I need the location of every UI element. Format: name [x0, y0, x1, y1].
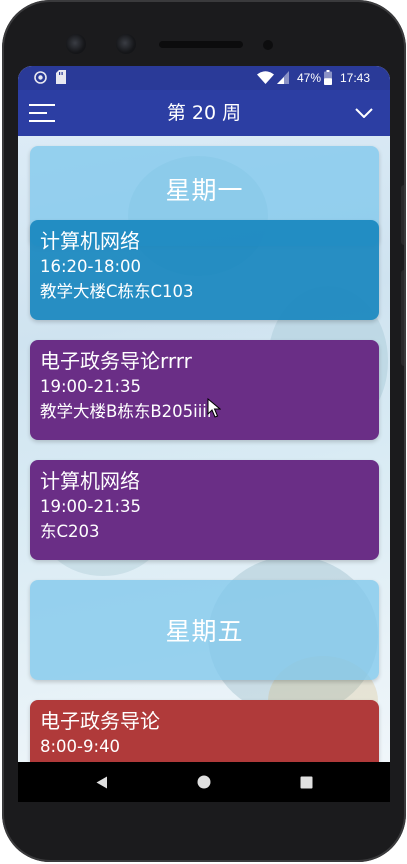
course-card[interactable]: 电子政务导论 8:00-9:40 — [30, 700, 379, 762]
course-time: 19:00-21:35 — [40, 497, 142, 516]
course-location: 教学大楼B栋东B205iiii — [40, 402, 212, 421]
week-title: 第 20 周 — [166, 102, 242, 124]
battery-icon — [324, 70, 332, 85]
cell-signal-icon — [277, 71, 289, 84]
sd-card-icon — [56, 70, 66, 84]
course-time: 8:00-9:40 — [40, 737, 121, 756]
course-location: 教学大楼C栋东C103 — [40, 282, 194, 301]
day-header-friday: 星期五 — [30, 580, 379, 680]
course-time: 16:20-18:00 — [40, 257, 142, 276]
proximity-sensor — [263, 40, 273, 50]
week-dropdown-button[interactable] — [346, 98, 382, 128]
course-card[interactable]: 计算机网络 19:00-21:35 东C203 — [30, 460, 379, 560]
course-name: 电子政务导论rrrr — [40, 349, 192, 373]
wifi-icon — [257, 71, 274, 84]
front-camera-icon — [116, 34, 136, 54]
course-name: 计算机网络 — [40, 229, 140, 253]
course-name: 计算机网络 — [40, 469, 140, 493]
course-name: 电子政务导论 — [40, 709, 160, 733]
power-button — [401, 185, 406, 245]
app-bar: 第 20 周 — [18, 90, 390, 136]
day-label: 星期五 — [165, 617, 244, 646]
home-circle-icon — [197, 775, 211, 789]
phone-screen: 47% 17:43 第 20 周 星期一 计算机网络 16:20-18:00 教… — [18, 66, 390, 762]
course-card[interactable]: 计算机网络 16:20-18:00 教学大楼C栋东C103 — [30, 220, 379, 320]
mouse-cursor-icon — [207, 398, 221, 418]
day-label: 星期一 — [165, 176, 244, 205]
course-location: 东C203 — [40, 522, 100, 541]
back-button[interactable] — [72, 762, 132, 802]
recents-button[interactable] — [276, 762, 336, 802]
navigation-bar — [18, 762, 390, 802]
status-bar: 47% 17:43 — [18, 66, 390, 90]
course-time: 19:00-21:35 — [40, 377, 142, 396]
earpiece-speaker — [159, 41, 243, 48]
sync-status-icon — [34, 71, 47, 84]
battery-percent: 47% — [297, 71, 322, 85]
back-triangle-icon — [96, 776, 107, 788]
recents-square-icon — [300, 776, 312, 788]
schedule-list[interactable]: 星期一 计算机网络 16:20-18:00 教学大楼C栋东C103 电子政务导论… — [18, 136, 390, 762]
volume-button — [401, 270, 406, 366]
phone-frame: 47% 17:43 第 20 周 星期一 计算机网络 16:20-18:00 教… — [2, 0, 406, 862]
course-card[interactable]: 电子政务导论rrrr 19:00-21:35 教学大楼B栋东B205iiii — [30, 340, 379, 440]
chevron-down-icon — [355, 108, 373, 118]
clock: 17:43 — [340, 71, 371, 85]
front-camera-icon — [66, 34, 86, 54]
home-button[interactable] — [174, 762, 234, 802]
